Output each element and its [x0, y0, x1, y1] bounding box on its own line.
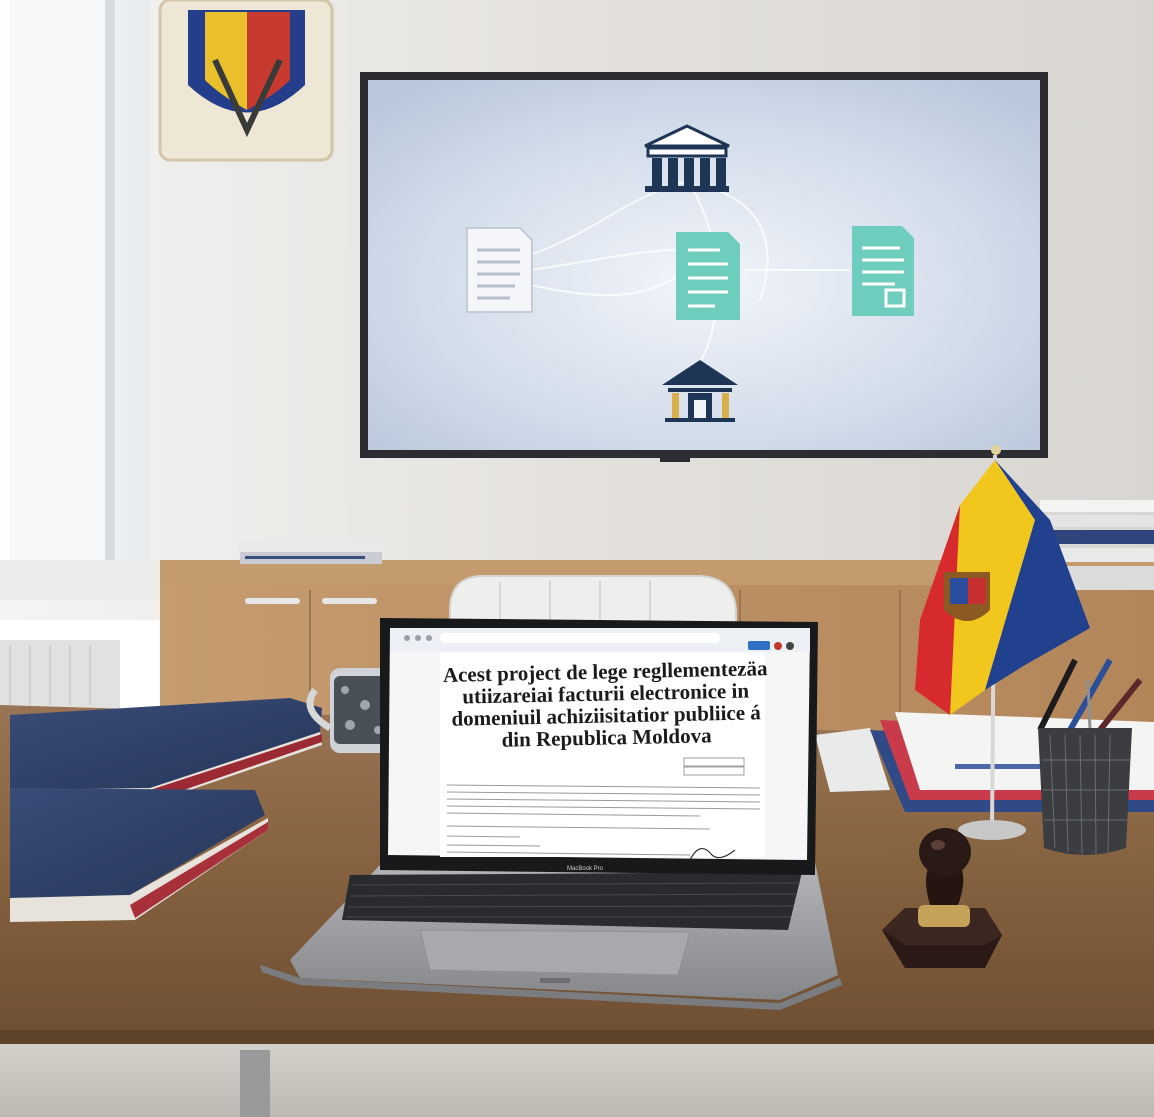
address-bar[interactable] [440, 633, 720, 643]
flag-emblem-icon [944, 572, 990, 621]
radiator [0, 640, 120, 710]
extension-icon[interactable] [786, 642, 794, 650]
avatar[interactable] [774, 642, 782, 650]
keyboard [342, 872, 802, 930]
office-photo: Acest project de lege regllementezäa uti… [0, 0, 1154, 1117]
document-icon [466, 227, 533, 313]
binders-on-cabinet [238, 540, 383, 564]
forward-icon[interactable] [415, 635, 421, 641]
trackpad [419, 929, 691, 976]
coat-of-arms-icon [158, 0, 334, 162]
floor [0, 1040, 1154, 1117]
office-scene [0, 0, 1154, 1117]
invoice-icon [676, 232, 740, 320]
document-icon [852, 226, 914, 316]
back-icon[interactable] [404, 635, 410, 641]
reload-icon[interactable] [426, 635, 432, 641]
laptop-brand-label: MacBook Pro [566, 866, 603, 872]
chair-base [240, 1050, 270, 1117]
document-title: Acest project de lege regllementezäa uti… [440, 656, 772, 752]
browser-action-button[interactable] [748, 641, 770, 650]
wall-tv [360, 72, 1048, 462]
window [0, 0, 160, 600]
